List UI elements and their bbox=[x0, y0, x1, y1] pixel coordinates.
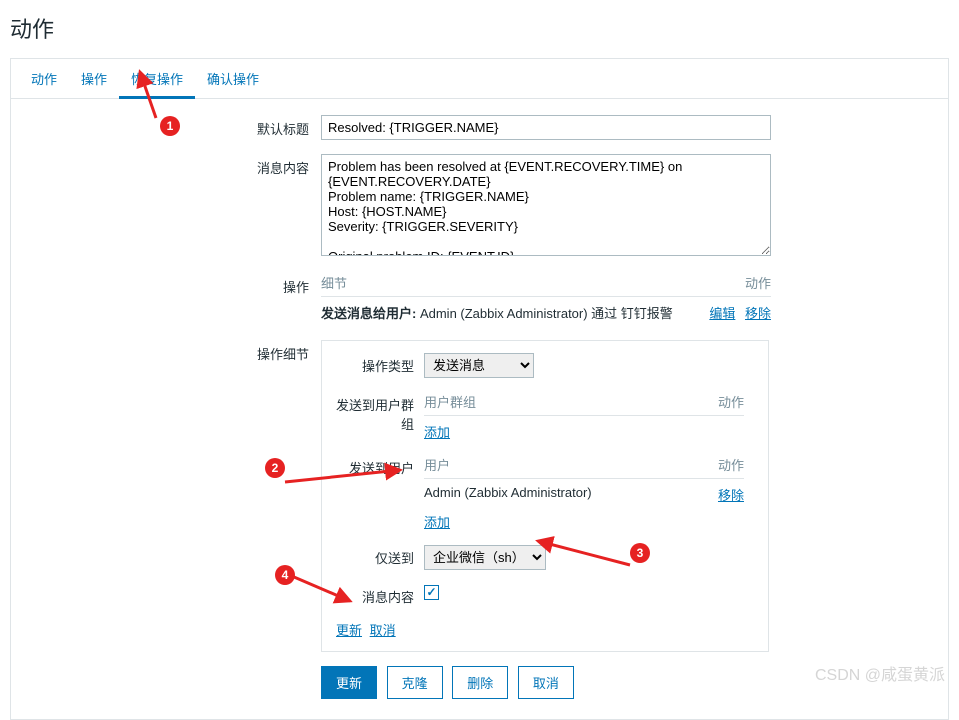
input-default-title[interactable] bbox=[321, 115, 771, 140]
operation-remove-link[interactable]: 移除 bbox=[745, 306, 771, 321]
detail-update-link[interactable]: 更新 bbox=[336, 623, 362, 638]
clone-button[interactable]: 克隆 bbox=[387, 666, 443, 699]
col-user-action: 动作 bbox=[718, 455, 744, 474]
label-message-content: 消息内容 bbox=[11, 154, 321, 177]
add-user-link[interactable]: 添加 bbox=[424, 515, 450, 530]
user-remove-link[interactable]: 移除 bbox=[718, 485, 744, 504]
operation-edit-link[interactable]: 编辑 bbox=[709, 306, 735, 321]
col-usergroup: 用户群组 bbox=[424, 392, 476, 411]
operation-detail-box: 操作类型 发送消息 发送到用户群组 用户群组 bbox=[321, 340, 769, 652]
label-send-to-groups: 发送到用户群组 bbox=[336, 392, 424, 441]
page-title: 动作 bbox=[0, 0, 959, 58]
label-op-type: 操作类型 bbox=[336, 353, 424, 378]
delete-button[interactable]: 删除 bbox=[452, 666, 508, 699]
textarea-message-content[interactable]: Problem has been resolved at {EVENT.RECO… bbox=[321, 154, 771, 256]
operation-row-detail: 发送消息给用户: Admin (Zabbix Administrator) 通过… bbox=[321, 303, 673, 322]
tab-operation[interactable]: 操作 bbox=[69, 59, 119, 98]
label-operation-detail: 操作细节 bbox=[11, 340, 321, 363]
user-row-name: Admin (Zabbix Administrator) bbox=[424, 485, 592, 504]
select-only-to[interactable]: 企业微信（sh） bbox=[424, 545, 546, 570]
col-usergroup-action: 动作 bbox=[718, 392, 744, 411]
detail-cancel-link[interactable]: 取消 bbox=[370, 623, 396, 638]
tab-action[interactable]: 动作 bbox=[19, 59, 69, 98]
operations-table: 细节 动作 发送消息给用户: Admin (Zabbix Administrat… bbox=[321, 273, 771, 326]
label-operations: 操作 bbox=[11, 273, 321, 296]
annotation-arrow-4 bbox=[290, 573, 360, 613]
update-button[interactable]: 更新 bbox=[321, 666, 377, 699]
add-usergroup-link[interactable]: 添加 bbox=[424, 425, 450, 440]
form-container: 动作 操作 恢复操作 确认操作 默认标题 消息内容 Problem has be… bbox=[10, 58, 949, 720]
cancel-button[interactable]: 取消 bbox=[518, 666, 574, 699]
col-action: 动作 bbox=[745, 273, 771, 292]
col-user: 用户 bbox=[424, 455, 450, 474]
watermark: CSDN @咸蛋黄派 bbox=[815, 661, 945, 685]
tab-acknowledge-operation[interactable]: 确认操作 bbox=[195, 59, 271, 98]
annotation-arrow-3 bbox=[530, 535, 640, 575]
form: 默认标题 消息内容 Problem has been resolved at {… bbox=[11, 99, 948, 699]
annotation-arrow-1 bbox=[128, 68, 168, 128]
annotation-arrow-2 bbox=[280, 460, 410, 490]
checkbox-msg-content[interactable]: ✓ bbox=[424, 585, 439, 600]
label-only-to: 仅送到 bbox=[336, 545, 424, 570]
select-op-type[interactable]: 发送消息 bbox=[424, 353, 534, 378]
col-detail: 细节 bbox=[321, 273, 347, 292]
